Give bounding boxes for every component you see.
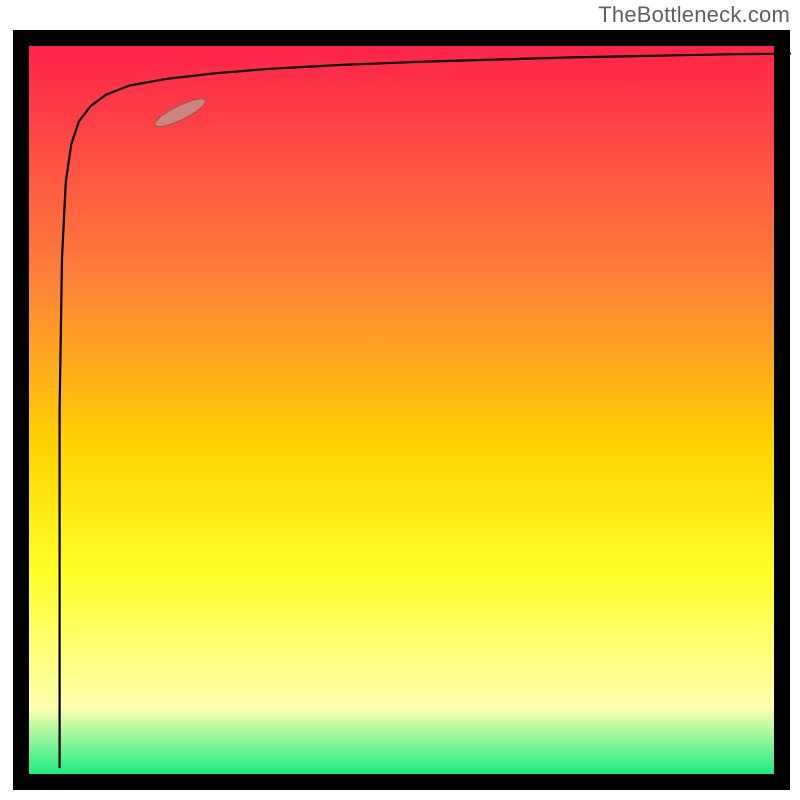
watermark-text: TheBottleneck.com <box>598 2 790 28</box>
chart-svg <box>0 0 800 800</box>
chart-stage: TheBottleneck.com <box>0 0 800 800</box>
plot-background <box>21 38 782 782</box>
